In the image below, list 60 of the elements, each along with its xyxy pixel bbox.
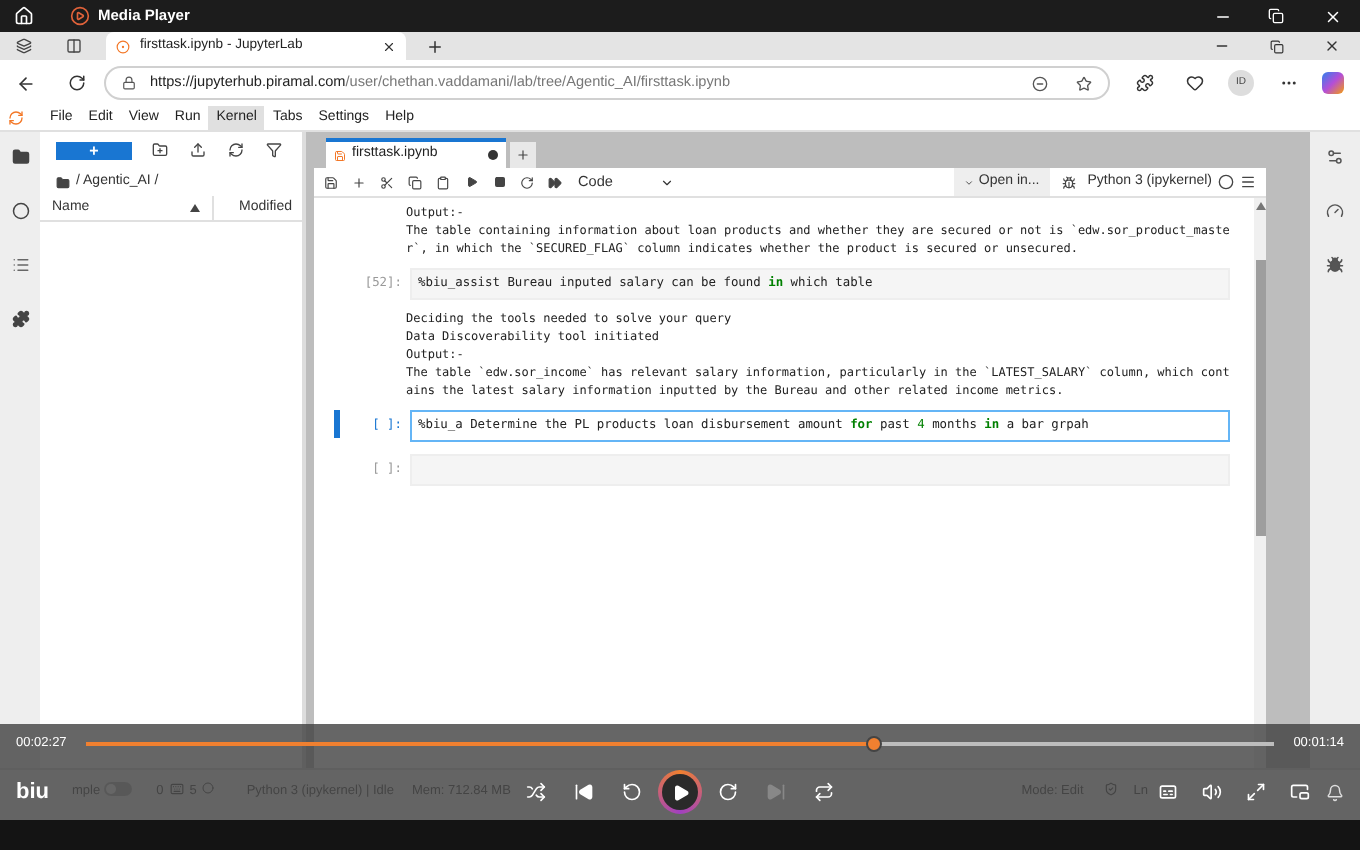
upload-icon[interactable] [190,142,206,158]
vertical-tabs-icon[interactable] [66,38,82,54]
reader-icon[interactable] [1032,75,1048,91]
favorite-icon[interactable] [1076,75,1092,91]
new-tab-icon[interactable] [426,37,444,55]
paste-icon[interactable] [436,175,450,189]
favorites-icon[interactable] [1186,74,1204,92]
back-icon[interactable] [16,73,36,93]
extension-icon[interactable] [11,310,29,328]
debugger-icon[interactable] [1326,256,1344,274]
bell-icon [1326,783,1344,801]
new-folder-icon[interactable] [152,142,168,158]
refresh-icon[interactable] [228,142,244,158]
workspaces-icon[interactable] [16,38,32,54]
close-tab-icon[interactable] [382,39,396,53]
extensions-icon[interactable] [1136,74,1154,92]
insert-cell-icon[interactable] [352,175,366,189]
fullscreen-icon[interactable] [1246,782,1266,802]
chevron-down-icon [660,175,674,189]
filter-icon[interactable] [266,142,282,158]
copilot-icon[interactable] [1322,72,1344,94]
captions-icon[interactable] [1158,782,1178,802]
running-icon[interactable] [11,202,29,220]
reload-icon[interactable] [68,74,86,92]
debugger-icon[interactable] [1061,175,1076,189]
plus-icon [516,148,530,162]
mini-player-icon[interactable] [1290,782,1310,802]
media-player-icon [70,6,90,26]
volume-icon[interactable] [1202,782,1222,802]
save-icon[interactable] [324,175,338,189]
table-of-contents-icon[interactable] [11,256,29,274]
scroll-up-icon[interactable] [1255,202,1265,210]
menu-icon[interactable] [1240,174,1256,190]
play-icon [671,783,689,801]
folder-icon[interactable] [11,148,29,166]
run-icon[interactable] [466,176,478,188]
run-all-icon[interactable] [548,175,562,189]
restart-icon[interactable] [520,175,534,189]
rewind-icon[interactable] [622,782,642,802]
caret-icon [964,177,975,187]
gauge-icon[interactable] [1326,202,1344,220]
kernel-status-icon [1218,174,1234,190]
cut-icon[interactable] [380,175,394,189]
previous-icon[interactable] [574,782,594,802]
new-launcher-button[interactable]: + [56,141,132,159]
restore-icon[interactable] [1268,8,1284,24]
property-inspector-icon[interactable] [1326,148,1344,166]
notebook-file-icon [334,149,346,161]
lock-icon [122,76,136,90]
stop-icon[interactable] [494,176,506,188]
copy-icon[interactable] [408,175,422,189]
video-title: biu [16,777,49,808]
repeat-icon[interactable] [814,782,834,802]
shuffle-icon[interactable] [526,782,546,802]
forward-icon[interactable] [718,782,738,802]
restore-icon[interactable] [1270,39,1284,53]
close-icon[interactable] [1324,38,1340,54]
home-icon[interactable] [14,6,34,26]
sort-ascending-icon [190,204,200,212]
folder-icon [56,175,70,189]
